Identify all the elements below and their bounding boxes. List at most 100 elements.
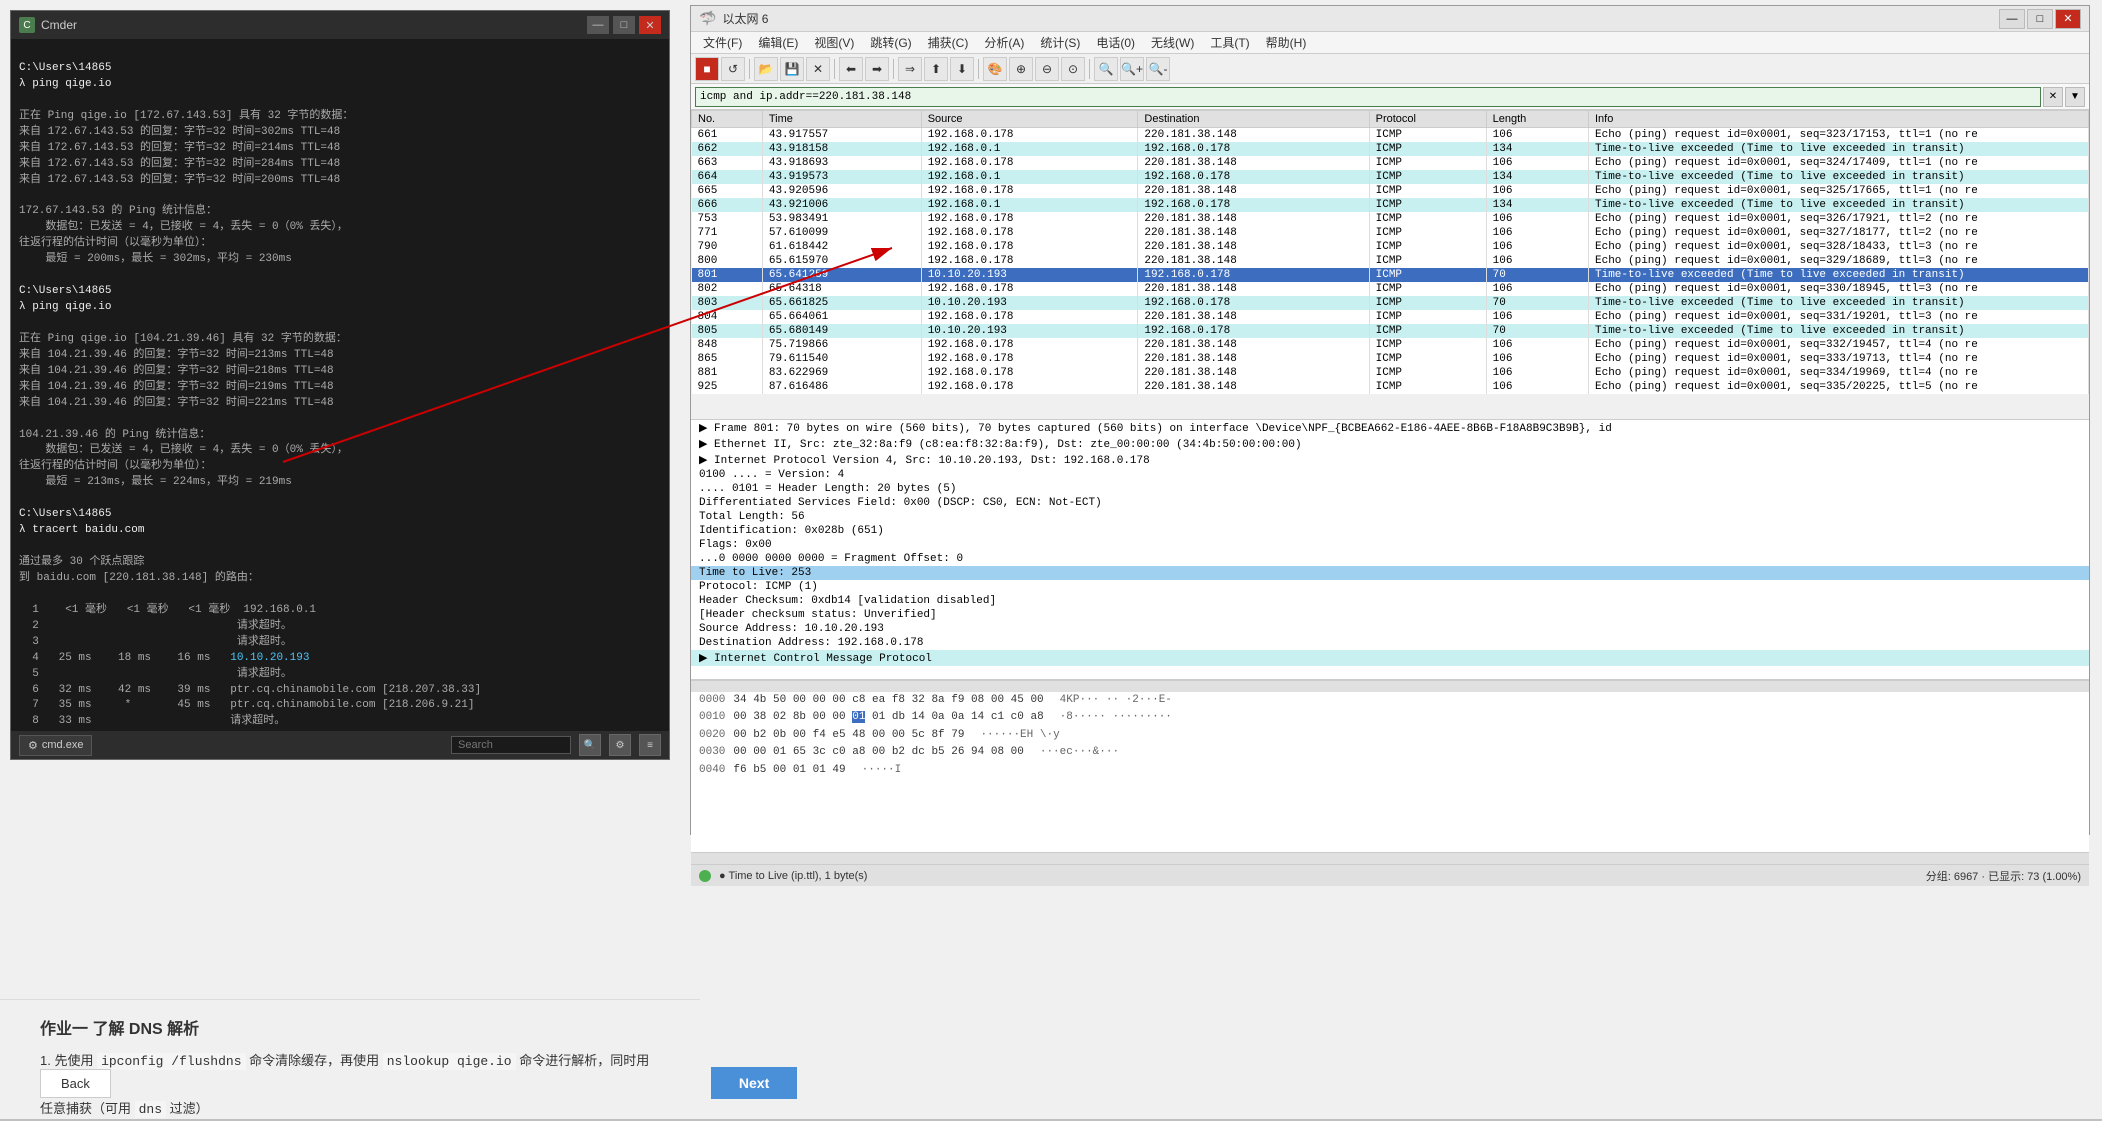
detail-line[interactable]: 0100 .... = Version: 4 bbox=[691, 468, 2089, 482]
detail-line[interactable]: ▶ Frame 801: 70 bytes on wire (560 bits)… bbox=[691, 420, 2089, 436]
ws-stop-button[interactable]: ■ bbox=[695, 57, 719, 81]
cmd-close-button[interactable]: ✕ bbox=[639, 16, 661, 34]
ws-packet-detail[interactable]: ▶ Frame 801: 70 bytes on wire (560 bits)… bbox=[691, 420, 2089, 680]
packet-row[interactable]: 92587.616486192.168.0.178220.181.38.148I… bbox=[692, 380, 2089, 394]
packet-row[interactable]: 79061.618442192.168.0.178220.181.38.148I… bbox=[692, 240, 2089, 254]
ws-hscroll2[interactable] bbox=[691, 852, 2089, 864]
detail-line[interactable]: Total Length: 56 bbox=[691, 510, 2089, 524]
ws-up-button[interactable]: ⬆ bbox=[924, 57, 948, 81]
ws-hex-dump: 000034 4b 50 00 00 00 c8 ea f8 32 8a f9 … bbox=[691, 692, 2089, 852]
packet-row[interactable]: 66343.918693192.168.0.178220.181.38.148I… bbox=[692, 156, 2089, 170]
detail-line[interactable]: [Header checksum status: Unverified] bbox=[691, 608, 2089, 622]
ws-packet-table: No. Time Source Destination Protocol Len… bbox=[691, 110, 2089, 394]
task-step-1-cont: 任意捕获（可用 dns 过滤） bbox=[40, 1097, 660, 1121]
cmd-search-button[interactable]: 🔍 bbox=[579, 734, 601, 756]
col-destination[interactable]: Destination bbox=[1138, 111, 1369, 128]
detail-line[interactable]: Flags: 0x00 bbox=[691, 538, 2089, 552]
ws-filter-btn3[interactable]: 🔍- bbox=[1146, 57, 1170, 81]
cmd-search-input[interactable] bbox=[451, 736, 571, 754]
packet-row[interactable]: 86579.611540192.168.0.178220.181.38.148I… bbox=[692, 352, 2089, 366]
ws-maximize-button[interactable]: □ bbox=[2027, 9, 2053, 29]
detail-line[interactable]: Time to Live: 253 bbox=[691, 566, 2089, 580]
packet-row[interactable]: 66643.921006192.168.0.1192.168.0.178ICMP… bbox=[692, 198, 2089, 212]
detail-line[interactable]: ▶ Internet Protocol Version 4, Src: 10.1… bbox=[691, 452, 2089, 468]
col-protocol[interactable]: Protocol bbox=[1369, 111, 1486, 128]
back-button[interactable]: Back bbox=[40, 1069, 111, 1098]
menu-phone[interactable]: 电话(0) bbox=[1088, 32, 1143, 53]
col-time[interactable]: Time bbox=[762, 111, 921, 128]
ws-filter-expand-button[interactable]: ▼ bbox=[2065, 87, 2085, 107]
packet-row[interactable]: 80065.615970192.168.0.178220.181.38.148I… bbox=[692, 254, 2089, 268]
menu-tools[interactable]: 工具(T) bbox=[1202, 32, 1257, 53]
cmd-maximize-button[interactable]: □ bbox=[613, 16, 635, 34]
cmd-split-button[interactable]: ≡ bbox=[639, 734, 661, 756]
ws-filter-clear-button[interactable]: ✕ bbox=[2043, 87, 2063, 107]
detail-line[interactable]: Header Checksum: 0xdb14 [validation disa… bbox=[691, 594, 2089, 608]
ws-open-button[interactable]: 📂 bbox=[754, 57, 778, 81]
ws-forward-button[interactable]: ➡ bbox=[865, 57, 889, 81]
cmd-content[interactable]: C:\Users\14865 λ ping qige.io 正在 Ping qi… bbox=[11, 39, 669, 731]
ws-filter-btn1[interactable]: 🔍 bbox=[1094, 57, 1118, 81]
cmd-window: C Cmder — □ ✕ C:\Users\14865 λ ping qige… bbox=[10, 10, 670, 760]
ws-zoom-out-button[interactable]: ⊖ bbox=[1035, 57, 1059, 81]
cmd-options-button[interactable]: ⚙ bbox=[609, 734, 631, 756]
menu-stats[interactable]: 统计(S) bbox=[1032, 32, 1088, 53]
ws-down-button[interactable]: ⬇ bbox=[950, 57, 974, 81]
packet-row[interactable]: 77157.610099192.168.0.178220.181.38.148I… bbox=[692, 226, 2089, 240]
menu-capture[interactable]: 捕获(C) bbox=[920, 32, 977, 53]
detail-line[interactable]: Protocol: ICMP (1) bbox=[691, 580, 2089, 594]
ws-back-button[interactable]: ⬅ bbox=[839, 57, 863, 81]
ws-minimize-button[interactable]: — bbox=[1999, 9, 2025, 29]
detail-line[interactable]: Differentiated Services Field: 0x00 (DSC… bbox=[691, 496, 2089, 510]
packet-row[interactable]: 80565.68014910.10.20.193192.168.0.178ICM… bbox=[692, 324, 2089, 338]
task-title: 作业一 了解 DNS 解析 bbox=[40, 1015, 660, 1039]
ws-color-button[interactable]: 🎨 bbox=[983, 57, 1007, 81]
packet-row[interactable]: 80265.64318192.168.0.178220.181.38.148IC… bbox=[692, 282, 2089, 296]
packet-row[interactable]: 66543.920596192.168.0.178220.181.38.148I… bbox=[692, 184, 2089, 198]
col-info[interactable]: Info bbox=[1589, 111, 2089, 128]
packet-row[interactable]: 66243.918158192.168.0.1192.168.0.178ICMP… bbox=[692, 142, 2089, 156]
next-button[interactable]: Next bbox=[711, 1067, 797, 1099]
menu-help[interactable]: 帮助(H) bbox=[1258, 32, 1315, 53]
menu-file[interactable]: 文件(F) bbox=[695, 32, 750, 53]
menu-view[interactable]: 视图(V) bbox=[806, 32, 862, 53]
col-no[interactable]: No. bbox=[692, 111, 763, 128]
ws-packet-list[interactable]: No. Time Source Destination Protocol Len… bbox=[691, 110, 2089, 420]
menu-goto[interactable]: 跳转(G) bbox=[862, 32, 919, 53]
col-source[interactable]: Source bbox=[921, 111, 1138, 128]
ws-zoom-in-button[interactable]: ⊕ bbox=[1009, 57, 1033, 81]
detail-line[interactable]: .... 0101 = Header Length: 20 bytes (5) bbox=[691, 482, 2089, 496]
code-dns: dns bbox=[135, 1101, 166, 1118]
packet-row[interactable]: 80165.64125910.10.20.193192.168.0.178ICM… bbox=[692, 268, 2089, 282]
ws-filter-input[interactable] bbox=[695, 87, 2041, 107]
packet-row[interactable]: 88183.622969192.168.0.178220.181.38.148I… bbox=[692, 366, 2089, 380]
ws-hscroll[interactable] bbox=[691, 680, 2089, 692]
packet-row[interactable]: 84875.719866192.168.0.178220.181.38.148I… bbox=[692, 338, 2089, 352]
ws-zoom-reset-button[interactable]: ⊙ bbox=[1061, 57, 1085, 81]
packet-row[interactable]: 66443.919573192.168.0.1192.168.0.178ICMP… bbox=[692, 170, 2089, 184]
detail-line[interactable]: Destination Address: 192.168.0.178 bbox=[691, 636, 2089, 650]
taskbar-cmd-item[interactable]: ⚙ cmd.exe bbox=[19, 735, 92, 756]
cmd-title: Cmder bbox=[41, 18, 77, 32]
detail-line[interactable]: ...0 0000 0000 0000 = Fragment Offset: 0 bbox=[691, 552, 2089, 566]
ws-restart-button[interactable]: ↺ bbox=[721, 57, 745, 81]
menu-edit[interactable]: 编辑(E) bbox=[750, 32, 806, 53]
menu-analyze[interactable]: 分析(A) bbox=[976, 32, 1032, 53]
packet-row[interactable]: 75353.983491192.168.0.178220.181.38.148I… bbox=[692, 212, 2089, 226]
col-length[interactable]: Length bbox=[1486, 111, 1588, 128]
detail-line[interactable]: Source Address: 10.10.20.193 bbox=[691, 622, 2089, 636]
detail-line[interactable]: ▶ Internet Control Message Protocol bbox=[691, 650, 2089, 666]
ws-filter-btn2[interactable]: 🔍+ bbox=[1120, 57, 1144, 81]
ws-save-button[interactable]: 💾 bbox=[780, 57, 804, 81]
ws-goto-button[interactable]: ⇒ bbox=[898, 57, 922, 81]
packet-row[interactable]: 80465.664061192.168.0.178220.181.38.148I… bbox=[692, 310, 2089, 324]
cmd-minimize-button[interactable]: — bbox=[587, 16, 609, 34]
ws-close-file-button[interactable]: ✕ bbox=[806, 57, 830, 81]
detail-line[interactable]: ▶ Ethernet II, Src: zte_32:8a:f9 (c8:ea:… bbox=[691, 436, 2089, 452]
menu-wireless[interactable]: 无线(W) bbox=[1143, 32, 1202, 53]
hex-line: 001000 38 02 8b 00 00 01 01 db 14 0a 0a … bbox=[691, 709, 2089, 726]
packet-row[interactable]: 66143.917557192.168.0.178220.181.38.148I… bbox=[692, 128, 2089, 143]
detail-line[interactable]: Identification: 0x028b (651) bbox=[691, 524, 2089, 538]
packet-row[interactable]: 80365.66182510.10.20.193192.168.0.178ICM… bbox=[692, 296, 2089, 310]
ws-close-button[interactable]: ✕ bbox=[2055, 9, 2081, 29]
